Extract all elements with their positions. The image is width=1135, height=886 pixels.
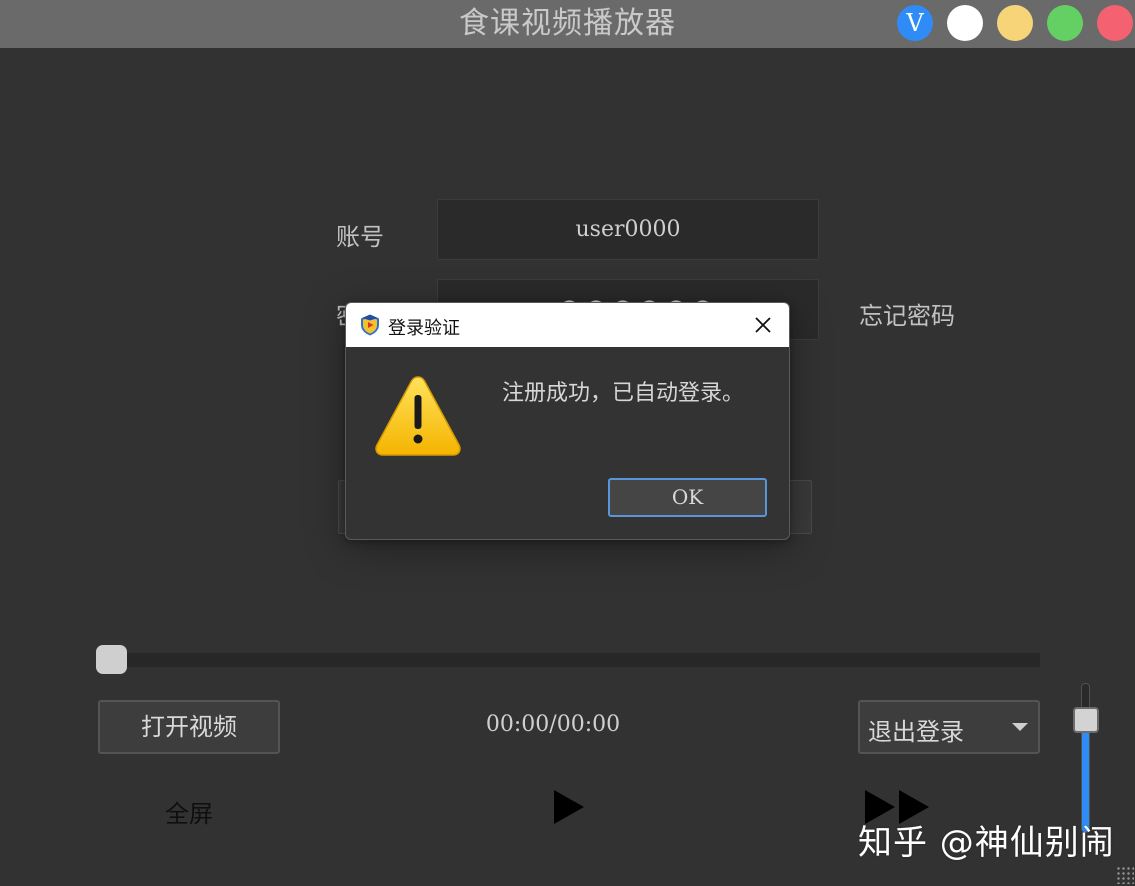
open-video-button[interactable]: 打开视频 xyxy=(98,700,280,754)
volume-handle[interactable] xyxy=(1073,707,1099,733)
dialog-titlebar: 登录验证 xyxy=(346,303,789,347)
skin-button[interactable] xyxy=(947,5,983,41)
progress-handle[interactable] xyxy=(96,645,127,674)
play-icon[interactable] xyxy=(554,790,584,824)
account-input[interactable]: user0000 xyxy=(437,199,819,260)
logout-select[interactable]: 退出登录 xyxy=(858,700,1040,754)
volume-slider[interactable] xyxy=(1081,683,1090,833)
progress-slider[interactable] xyxy=(100,653,1040,667)
close-button[interactable] xyxy=(1097,5,1133,41)
app-shield-icon xyxy=(361,314,379,336)
minimize-button[interactable] xyxy=(997,5,1033,41)
logout-select-value: 退出登录 xyxy=(868,718,964,746)
account-label: 账号 xyxy=(336,223,384,251)
fullscreen-button[interactable]: 全屏 xyxy=(165,794,213,829)
forgot-password-link[interactable]: 忘记密码 xyxy=(859,296,955,331)
chevron-down-icon xyxy=(1012,723,1028,731)
watermark: 知乎 @神仙别闹 xyxy=(858,823,1115,863)
ok-button[interactable]: OK xyxy=(608,478,767,517)
app-window: 食课视频播放器 V 账号 user0000 密码 ●●●●●● 忘记密码 打开视… xyxy=(0,0,1135,886)
close-icon[interactable] xyxy=(752,314,774,336)
vip-button[interactable]: V xyxy=(897,5,933,41)
dialog-message: 注册成功，已自动登录。 xyxy=(502,381,745,406)
time-display: 00:00/00:00 xyxy=(485,712,621,737)
login-verify-dialog: 登录验证 注册成功，已自动登录。 OK xyxy=(345,302,790,540)
maximize-button[interactable] xyxy=(1047,5,1083,41)
warning-icon xyxy=(375,376,461,456)
title-bar: 食课视频播放器 V xyxy=(0,0,1135,48)
resize-grip[interactable] xyxy=(1116,866,1134,884)
dialog-title: 登录验证 xyxy=(388,318,460,339)
